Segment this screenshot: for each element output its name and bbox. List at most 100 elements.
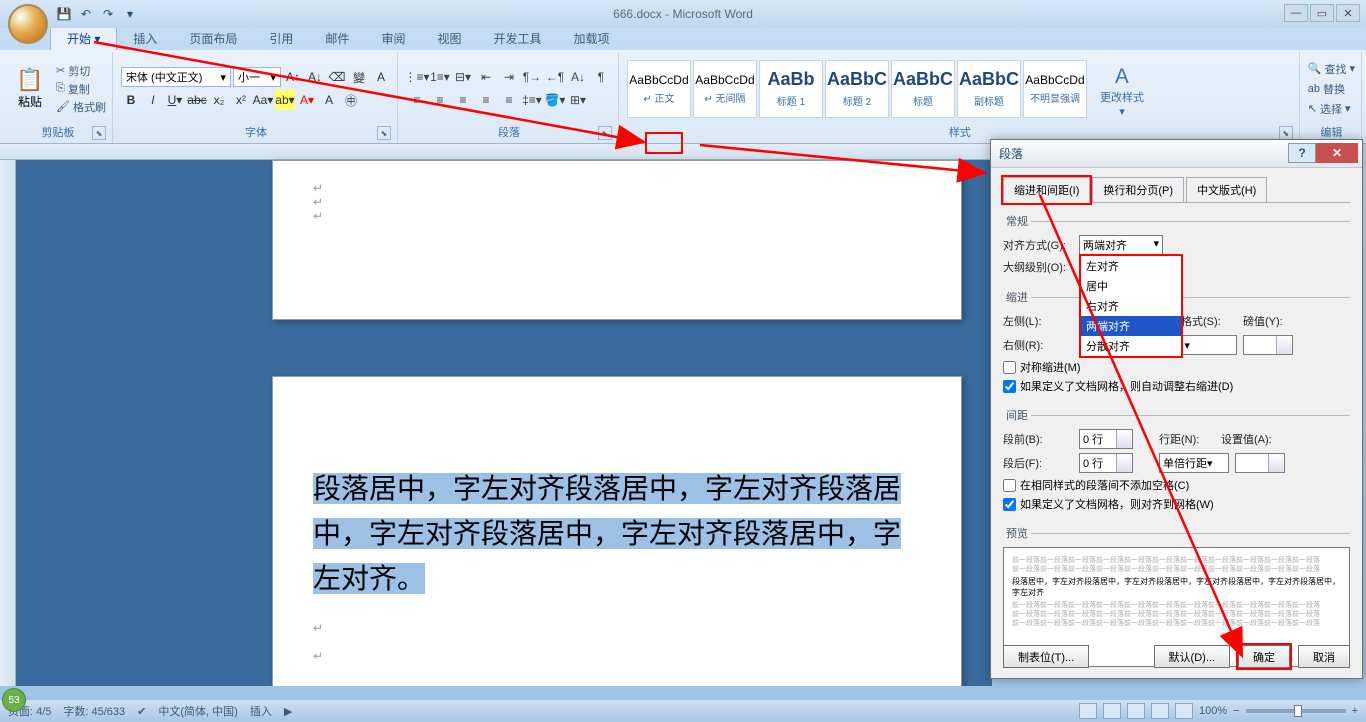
dialog-tab-indent[interactable]: 缩进和间距(I): [1003, 177, 1090, 203]
bold-button[interactable]: B: [121, 90, 141, 110]
align-center-button[interactable]: ≡: [429, 90, 451, 110]
save-icon[interactable]: 💾: [55, 5, 73, 23]
replace-button[interactable]: ab替换: [1308, 81, 1355, 97]
font-size-combo[interactable]: 小一 ▾: [233, 67, 281, 87]
tab-layout[interactable]: 页面布局: [173, 27, 253, 50]
dialog-tab-breaks[interactable]: 换行和分页(P): [1092, 177, 1184, 203]
style-item[interactable]: AaBbCcDd↵ 无间隔: [693, 60, 757, 118]
superscript-button[interactable]: x²: [231, 90, 251, 110]
align-option-distribute[interactable]: 分散对齐: [1081, 336, 1181, 356]
tab-home[interactable]: 开始 ▾: [50, 26, 117, 50]
zoom-out-button[interactable]: −: [1233, 705, 1239, 717]
align-option-center[interactable]: 居中: [1081, 276, 1181, 296]
align-distribute-button[interactable]: ≡: [498, 90, 520, 110]
page-previous[interactable]: ↵↵↵: [272, 160, 962, 320]
tab-view[interactable]: 视图: [421, 27, 477, 50]
view-web[interactable]: [1127, 703, 1145, 719]
view-outline[interactable]: [1151, 703, 1169, 719]
underline-button[interactable]: U▾: [165, 90, 185, 110]
font-name-combo[interactable]: 宋体 (中文正文) ▾: [121, 67, 231, 87]
align-justify-button[interactable]: ≡: [475, 90, 497, 110]
tab-review[interactable]: 审阅: [365, 27, 421, 50]
cut-button[interactable]: ✂剪切: [56, 63, 106, 79]
style-item[interactable]: AaBbCcDd不明显强调: [1023, 60, 1087, 118]
grow-font-button[interactable]: A↑: [283, 67, 303, 87]
shading-button[interactable]: 🪣▾: [544, 90, 566, 110]
indent-dec-button[interactable]: ⇤: [475, 67, 497, 87]
alignment-combo[interactable]: 两端对齐▾ 左对齐 居中 右对齐 两端对齐 分散对齐: [1079, 235, 1163, 255]
clipboard-dialog-launcher[interactable]: ⬊: [92, 126, 106, 140]
tab-mailings[interactable]: 邮件: [309, 27, 365, 50]
copy-button[interactable]: ⎘复制: [56, 81, 106, 97]
subscript-button[interactable]: x₂: [209, 90, 229, 110]
tab-developer[interactable]: 开发工具: [477, 27, 557, 50]
horizontal-ruler[interactable]: [0, 144, 992, 160]
redo-icon[interactable]: ↷: [99, 5, 117, 23]
line-spacing-combo[interactable]: 单倍行距▾: [1159, 453, 1229, 473]
dialog-close-button[interactable]: ✕: [1316, 143, 1358, 163]
indent-inc-button[interactable]: ⇥: [498, 67, 520, 87]
style-item[interactable]: AaBbC标题 2: [825, 60, 889, 118]
selected-paragraph[interactable]: 段落居中，字左对齐段落居中，字左对齐段落居中，字左对齐段落居中，字左对齐段落居中…: [313, 473, 901, 594]
ltr-button[interactable]: ¶→: [521, 67, 543, 87]
shrink-font-button[interactable]: A↓: [305, 67, 325, 87]
char-shading-button[interactable]: A: [319, 90, 339, 110]
align-option-justify[interactable]: 两端对齐: [1081, 316, 1181, 336]
style-item[interactable]: AaBbC标题: [891, 60, 955, 118]
cancel-button[interactable]: 取消: [1298, 645, 1350, 668]
dialog-tab-asian[interactable]: 中文版式(H): [1186, 177, 1267, 203]
notification-badge[interactable]: 53: [2, 688, 26, 712]
font-dialog-launcher[interactable]: ⬊: [377, 126, 391, 140]
qat-more-icon[interactable]: ▾: [121, 5, 139, 23]
font-color-button[interactable]: A▾: [297, 90, 317, 110]
view-full-screen[interactable]: [1103, 703, 1121, 719]
sort-button[interactable]: A↓: [567, 67, 589, 87]
page-current[interactable]: 段落居中，字左对齐段落居中，字左对齐段落居中，字左对齐段落居中，字左对齐段落居中…: [272, 376, 962, 686]
line-spacing-button[interactable]: ‡≡▾: [521, 90, 543, 110]
strike-button[interactable]: abc: [187, 90, 207, 110]
tab-addins[interactable]: 加载项: [557, 27, 625, 50]
minimize-button[interactable]: —: [1284, 4, 1308, 22]
multilevel-button[interactable]: ⊟▾: [452, 67, 474, 87]
highlight-button[interactable]: ab▾: [275, 90, 295, 110]
enclose-button[interactable]: ㊥: [341, 90, 361, 110]
dialog-help-button[interactable]: ?: [1288, 143, 1316, 163]
rtl-button[interactable]: ←¶: [544, 67, 566, 87]
close-window-button[interactable]: ✕: [1336, 4, 1360, 22]
at-spinner[interactable]: [1235, 453, 1285, 473]
tabstops-button[interactable]: 制表位(T)...: [1003, 645, 1089, 668]
office-button[interactable]: [8, 4, 48, 44]
align-option-left[interactable]: 左对齐: [1081, 256, 1181, 276]
styles-dialog-launcher[interactable]: ⬊: [1279, 126, 1293, 140]
vertical-ruler[interactable]: [0, 160, 16, 686]
select-button[interactable]: ↖选择 ▾: [1308, 101, 1355, 117]
paste-button[interactable]: 📋 粘贴: [10, 59, 50, 119]
bullets-button[interactable]: ⋮≡▾: [406, 67, 428, 87]
snap-grid-check[interactable]: [1003, 498, 1016, 511]
change-case-button[interactable]: Aa▾: [253, 90, 273, 110]
style-item[interactable]: AaBbC副标题: [957, 60, 1021, 118]
tab-insert[interactable]: 插入: [117, 27, 173, 50]
zoom-in-button[interactable]: +: [1352, 705, 1358, 717]
status-spellcheck-icon[interactable]: ✔: [137, 705, 146, 718]
clear-format-button[interactable]: ⌫: [327, 67, 347, 87]
view-print-layout[interactable]: [1079, 703, 1097, 719]
align-option-right[interactable]: 右对齐: [1081, 296, 1181, 316]
status-insert[interactable]: 插入: [250, 703, 272, 719]
numbering-button[interactable]: 1≡▾: [429, 67, 451, 87]
format-painter-button[interactable]: 🖌格式刷: [56, 99, 106, 115]
style-item[interactable]: AaBb标题 1: [759, 60, 823, 118]
paragraph-dialog-launcher[interactable]: ⬊: [598, 126, 612, 140]
phonetic-button[interactable]: 變: [349, 67, 369, 87]
zoom-slider[interactable]: [1246, 709, 1346, 713]
styles-gallery[interactable]: AaBbCcDd↵ 正文AaBbCcDd↵ 无间隔AaBb标题 1AaBbC标题…: [627, 60, 1087, 118]
find-button[interactable]: 🔍查找 ▾: [1308, 61, 1355, 77]
align-left-button[interactable]: ≡: [406, 90, 428, 110]
status-macro-icon[interactable]: ▶: [284, 705, 292, 718]
change-styles-button[interactable]: Ａ 更改样式▾: [1097, 60, 1147, 118]
undo-icon[interactable]: ↶: [77, 5, 95, 23]
style-item[interactable]: AaBbCcDd↵ 正文: [627, 60, 691, 118]
status-words[interactable]: 字数: 45/633: [63, 703, 125, 719]
char-border-button[interactable]: A: [371, 67, 391, 87]
auto-indent-grid-check[interactable]: [1003, 380, 1016, 393]
